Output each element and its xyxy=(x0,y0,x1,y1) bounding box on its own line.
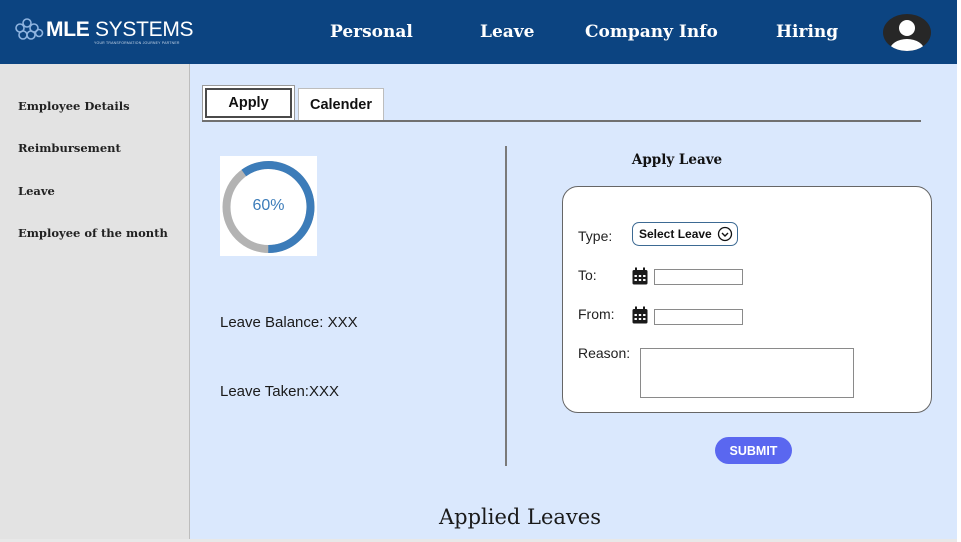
apply-leave-title: Apply Leave xyxy=(631,152,723,168)
leave-type-select[interactable]: Select Leave xyxy=(632,222,738,246)
sidebar-item-employee-details[interactable]: Employee Details xyxy=(18,99,130,113)
sidebar: Employee Details Reimbursement Leave Emp… xyxy=(0,64,190,539)
tab-divider xyxy=(202,120,921,122)
from-date-input[interactable] xyxy=(654,309,743,325)
to-label: To: xyxy=(578,267,597,283)
calendar-icon[interactable] xyxy=(632,267,648,285)
sidebar-item-employee-of-the-month[interactable]: Employee of the month xyxy=(18,226,168,240)
top-navbar: MLE SYSTEMS YOUR TRANSFORMATION JOURNEY … xyxy=(0,0,957,64)
reason-label: Reason: xyxy=(578,345,631,361)
sidebar-item-leave[interactable]: Leave xyxy=(18,184,55,198)
submit-button[interactable]: SUBMIT xyxy=(715,437,792,464)
from-label: From: xyxy=(578,306,615,322)
leave-type-select-value: Select Leave xyxy=(639,227,712,241)
logo-mark-icon xyxy=(15,18,44,40)
tab-apply-label: Apply xyxy=(205,88,292,118)
leave-balance-text: Leave Balance: XXX xyxy=(220,314,358,331)
nav-hiring[interactable]: Hiring xyxy=(776,22,838,42)
nav-personal[interactable]: Personal xyxy=(330,22,413,42)
chevron-down-icon xyxy=(717,226,733,242)
tab-apply[interactable]: Apply xyxy=(202,85,295,121)
progress-percent-label: 60% xyxy=(252,197,285,214)
nav-company-info[interactable]: Company Info xyxy=(585,22,718,42)
leave-taken-text: Leave Taken:XXX xyxy=(220,383,339,400)
sidebar-item-reimbursement[interactable]: Reimbursement xyxy=(18,141,121,155)
main-panel: Apply Calender 60% Leave Balance: XXX Le… xyxy=(190,64,957,539)
apply-leave-form: Type: Select Leave To: From: Reason: xyxy=(562,186,932,413)
avatar-silhouette xyxy=(890,20,924,51)
calendar-icon[interactable] xyxy=(632,306,648,324)
user-avatar-icon[interactable] xyxy=(883,14,931,51)
type-label: Type: xyxy=(578,228,613,244)
logo-text: MLE SYSTEMS xyxy=(46,18,194,41)
leave-progress-ring: 60% xyxy=(220,156,317,256)
nav-leave[interactable]: Leave xyxy=(480,22,534,42)
reason-textarea[interactable] xyxy=(640,348,854,398)
to-date-input[interactable] xyxy=(654,269,743,285)
vertical-divider xyxy=(505,146,507,466)
tab-calender[interactable]: Calender xyxy=(298,88,384,120)
logo-tagline: YOUR TRANSFORMATION JOURNEY PARTNER xyxy=(94,41,180,45)
